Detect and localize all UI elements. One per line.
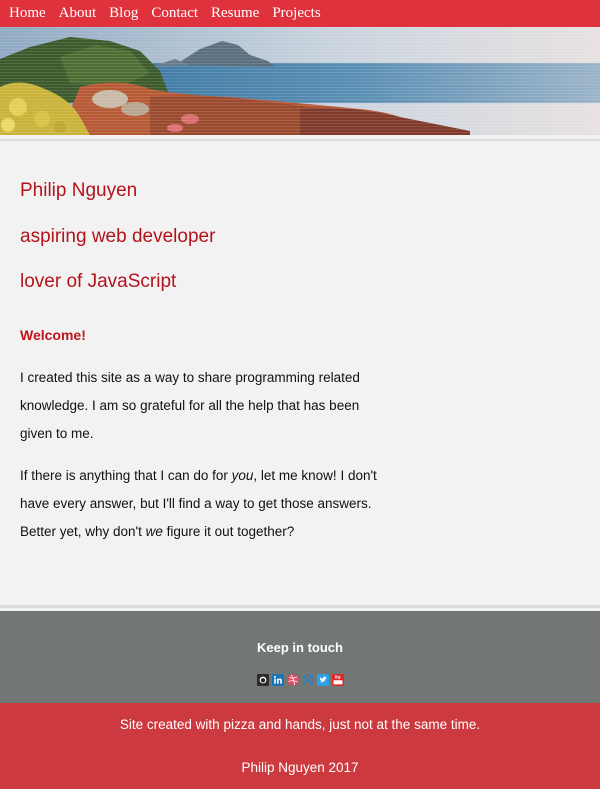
tagline-javascript: lover of JavaScript	[20, 271, 177, 292]
intro-paragraph: I created this site as a way to share pr…	[20, 370, 360, 441]
github-icon[interactable]	[256, 673, 269, 686]
emphasis-you: you	[231, 468, 254, 483]
footer-divider	[0, 605, 600, 608]
youtube-icon[interactable]	[331, 673, 344, 686]
header-divider	[0, 139, 600, 141]
welcome-heading: Welcome!	[20, 327, 86, 343]
help-paragraph: If there is anything that I can do for y…	[20, 462, 395, 546]
keep-in-touch-heading: Keep in touch	[257, 640, 343, 655]
nav-link-contact[interactable]: Contact	[151, 0, 198, 27]
help-text-3: figure it out together?	[162, 524, 295, 539]
credits-section: Site created with pizza and hands, just …	[0, 703, 600, 789]
nav-link-resume[interactable]: Resume	[211, 0, 259, 27]
site-owner-name: Philip Nguyen	[20, 180, 138, 201]
help-text-1: If there is anything that I can do for	[20, 468, 232, 483]
emphasis-we: we	[145, 524, 163, 539]
bitbucket-icon[interactable]	[302, 673, 314, 685]
banner-image	[0, 27, 600, 135]
credit-text: Site created with pizza and hands, just …	[119, 717, 481, 732]
top-navigation: Home About Blog Contact Resume Projects	[0, 0, 600, 27]
linkedin-icon[interactable]	[271, 673, 284, 686]
nav-link-home[interactable]: Home	[9, 0, 46, 27]
dribbble-icon[interactable]	[286, 673, 299, 686]
nav-link-about[interactable]: About	[59, 0, 97, 27]
social-links	[0, 673, 600, 686]
tagline-web-developer: aspiring web developer	[20, 226, 216, 247]
keep-in-touch-section: Keep in touch	[0, 611, 600, 703]
nav-link-projects[interactable]: Projects	[272, 0, 320, 27]
copyright-text: Philip Nguyen 2017	[241, 760, 359, 775]
twitter-icon[interactable]	[316, 673, 329, 686]
nav-link-blog[interactable]: Blog	[109, 0, 138, 27]
